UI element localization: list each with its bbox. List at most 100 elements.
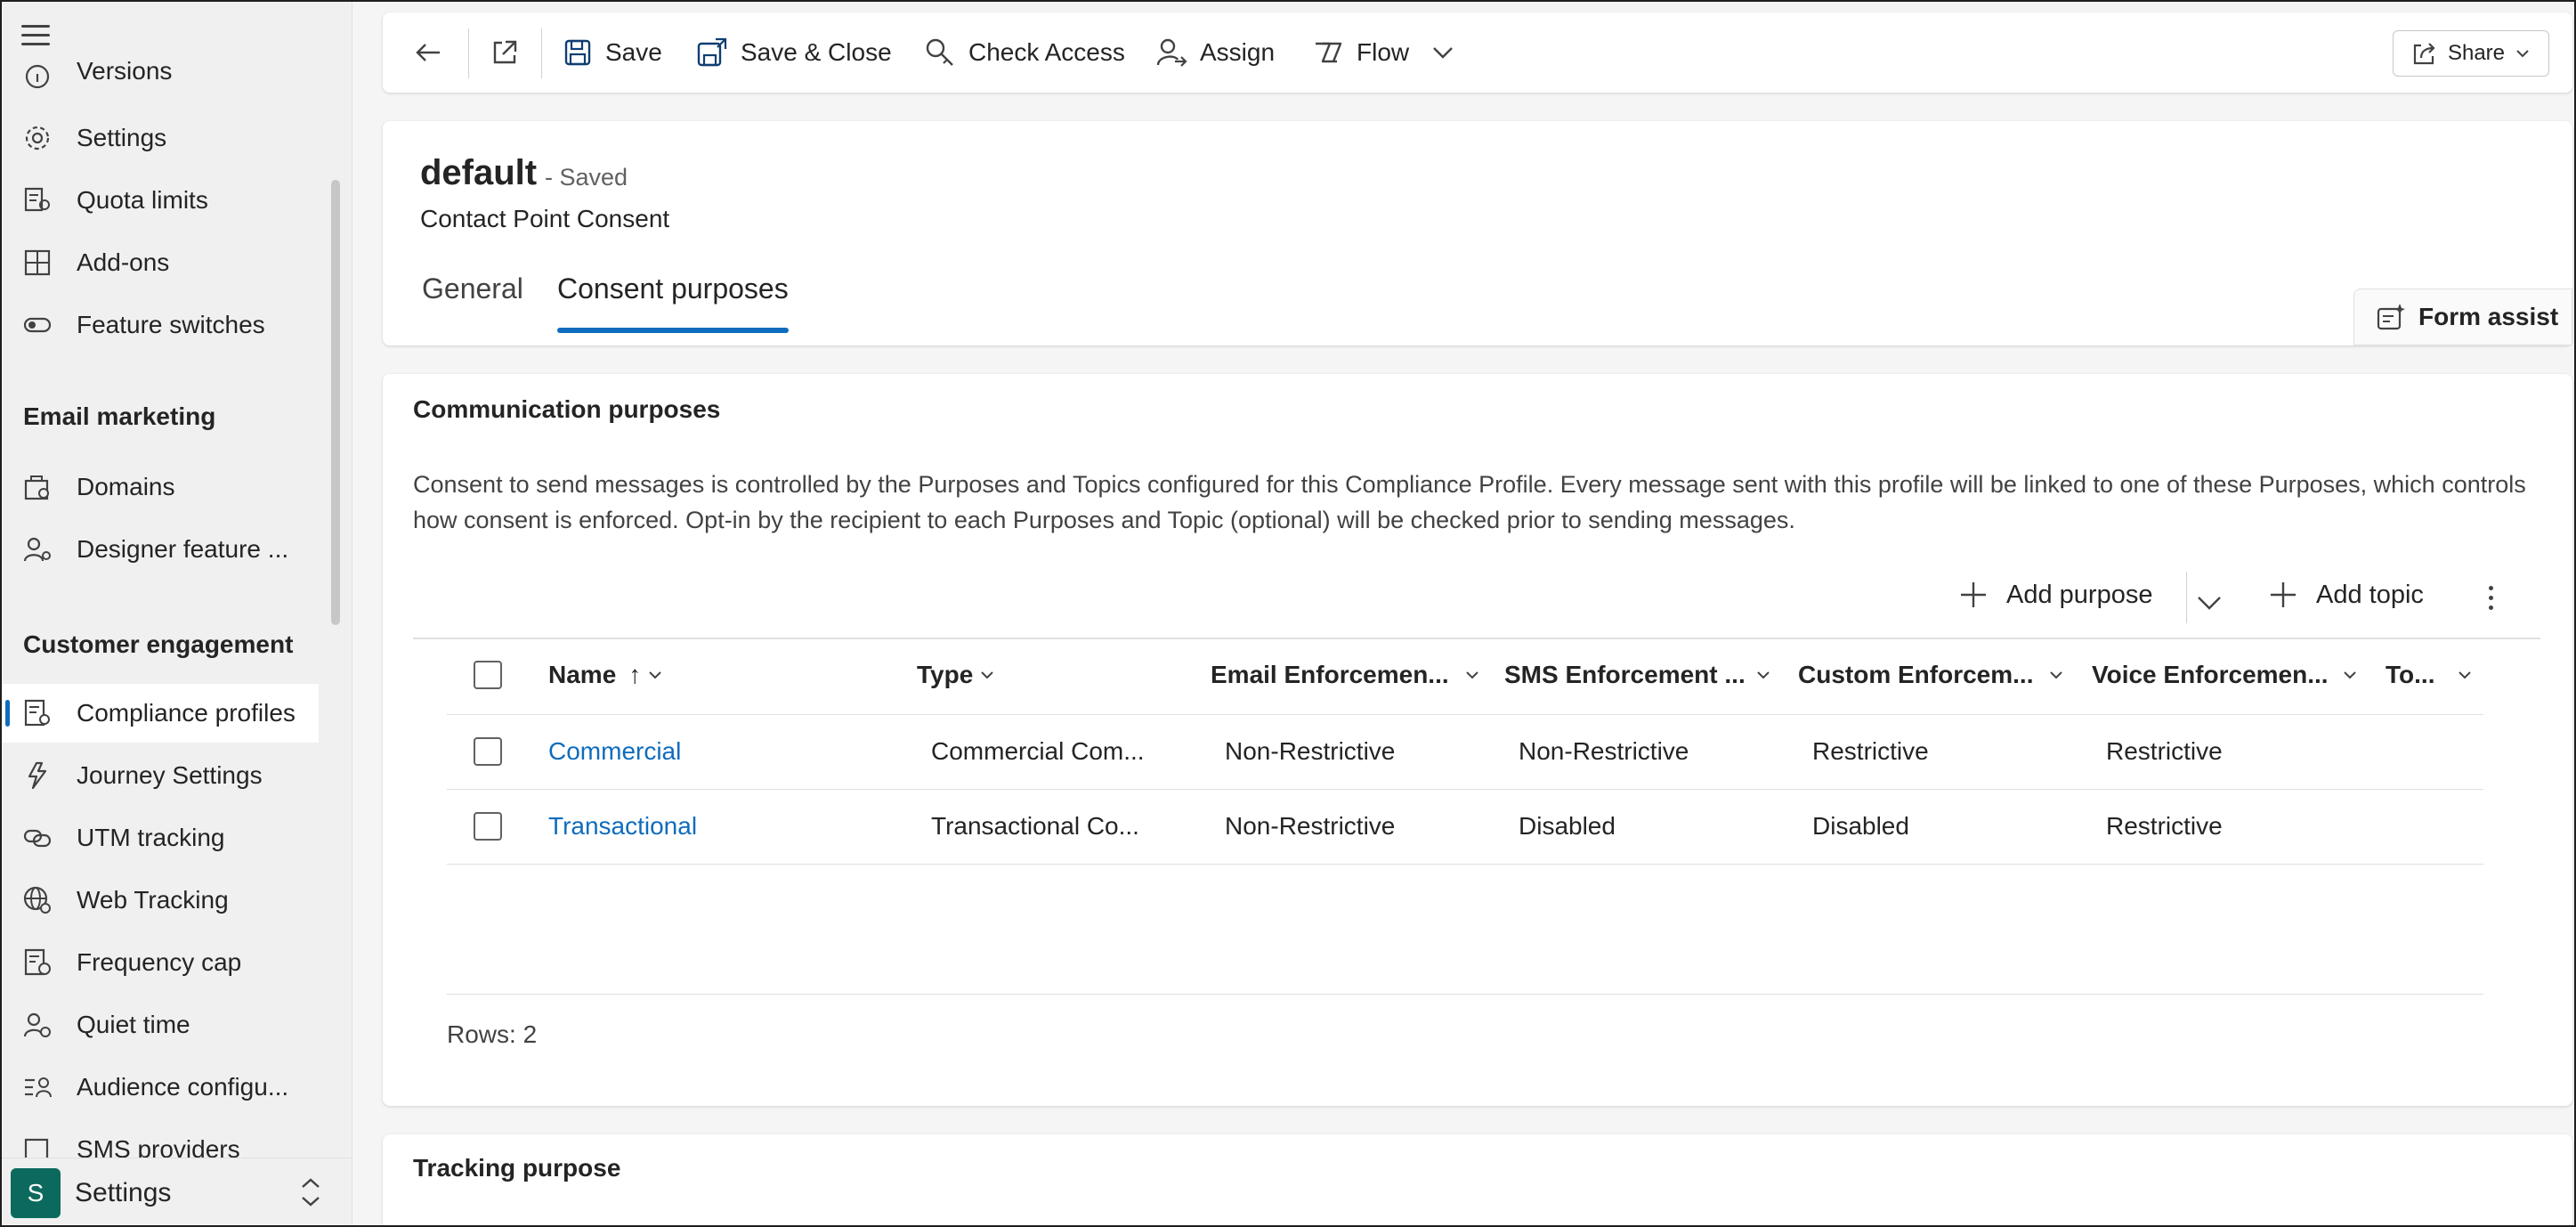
sidebar-item-audience-configuration[interactable]: Audience configu... — [2, 1058, 319, 1117]
share-icon — [2413, 43, 2435, 65]
button-divider — [2186, 572, 2187, 623]
save-and-close-label: Save & Close — [741, 38, 892, 66]
flow-icon — [1316, 42, 1342, 63]
column-header-voice-enforcement[interactable]: Voice Enforcemen... — [2092, 657, 2359, 693]
sidebar-item-domains[interactable]: Domains — [2, 458, 319, 516]
command-bar: Save Save & Close Check Access Assign Fl… — [383, 12, 2572, 93]
open-in-new-window-icon — [493, 40, 517, 64]
plus-icon — [2271, 582, 2296, 607]
save-close-icon — [697, 37, 727, 67]
sidebar-item-label: Audience configu... — [77, 1073, 289, 1101]
back-arrow-icon — [416, 44, 440, 61]
column-header-label: SMS Enforcement ... — [1504, 661, 1746, 688]
assign-label: Assign — [1200, 38, 1276, 66]
area-switcher[interactable]: S Settings — [2, 1158, 352, 1225]
sidebar-item-frequency-cap[interactable]: Frequency cap — [2, 933, 319, 992]
sidebar-item-label: Domains — [77, 473, 175, 500]
purpose-name-link[interactable]: Transactional — [548, 812, 697, 841]
grid-row-divider — [447, 714, 2483, 715]
toolbar-divider — [468, 28, 469, 78]
column-header-label: Custom Enforcem... — [1798, 661, 2034, 688]
designer-icon — [21, 533, 53, 565]
sidebar-item-quota-limits[interactable]: Quota limits — [2, 171, 319, 230]
voice-enforcement-cell: Restrictive — [2106, 737, 2223, 765]
flow-button[interactable]: Flow — [1312, 30, 1409, 75]
sidebar-item-add-ons[interactable]: Add-ons — [2, 233, 319, 292]
sidebar-item-label: Quiet time — [77, 1011, 190, 1038]
sidebar-item-label: UTM tracking — [77, 824, 225, 851]
chevron-down-icon — [1465, 671, 1478, 679]
column-header-label: To... — [2386, 661, 2435, 688]
sidebar-item-feature-switches[interactable]: Feature switches — [2, 296, 319, 354]
sidebar-item-utm-tracking[interactable]: UTM tracking — [2, 809, 319, 867]
add-topic-label: Add topic — [2316, 580, 2424, 609]
sidebar-item-settings[interactable]: Settings — [2, 109, 319, 167]
form-assist-button[interactable]: Form assist — [2353, 288, 2572, 345]
column-header-email-enforcement[interactable]: Email Enforcemen... — [1211, 657, 1481, 693]
select-all-checkbox[interactable] — [474, 661, 502, 689]
addons-icon — [21, 247, 53, 279]
chevron-down-icon — [2516, 50, 2529, 58]
purpose-name-link[interactable]: Commercial — [548, 737, 681, 766]
chevron-down-icon — [981, 671, 993, 679]
sms-enforcement-cell: Non-Restrictive — [1519, 737, 1689, 765]
sidebar-item-label: Designer feature ... — [77, 535, 289, 563]
gear-icon — [21, 122, 53, 154]
sidebar-item-label: Web Tracking — [77, 886, 229, 914]
flow-label: Flow — [1357, 38, 1410, 66]
back-button[interactable] — [413, 30, 456, 75]
info-icon — [21, 61, 53, 93]
flow-dropdown-button[interactable] — [1430, 30, 1469, 75]
row-checkbox[interactable] — [474, 737, 502, 766]
sidebar-item-label: Versions — [77, 57, 173, 85]
column-header-name[interactable]: Name ↑ — [548, 657, 664, 693]
share-button[interactable]: Share — [2393, 30, 2549, 77]
journey-icon — [21, 760, 53, 792]
column-header-sms-enforcement[interactable]: SMS Enforcement ... — [1504, 657, 1772, 693]
sidebar-item-compliance-profiles[interactable]: Compliance profiles — [2, 684, 319, 743]
save-icon — [564, 39, 591, 66]
open-new-window-button[interactable] — [490, 30, 532, 75]
sidebar-item-versions[interactable]: Versions — [2, 48, 319, 102]
plus-icon — [1961, 582, 1986, 607]
add-purpose-dropdown-button[interactable] — [2195, 579, 2224, 625]
sidebar-item-web-tracking[interactable]: Web Tracking — [2, 871, 319, 930]
assign-button[interactable]: Assign — [1155, 30, 1275, 75]
chevron-down-icon — [2050, 671, 2063, 679]
column-header-custom-enforcement[interactable]: Custom Enforcem... — [1798, 657, 2065, 693]
save-and-close-button[interactable]: Save & Close — [696, 30, 892, 75]
quota-icon — [21, 184, 53, 216]
assign-person-icon — [1156, 38, 1187, 67]
form-assist-label: Form assist — [2418, 303, 2559, 330]
sidebar-item-designer-feature[interactable]: Designer feature ... — [2, 520, 319, 579]
add-purpose-button[interactable]: Add purpose — [1958, 572, 2152, 618]
active-tab-indicator — [557, 328, 789, 333]
row-checkbox[interactable] — [474, 812, 502, 841]
grid-row-divider — [447, 789, 2483, 790]
more-options-icon[interactable] — [2489, 586, 2496, 613]
custom-enforcement-cell: Disabled — [1812, 812, 1909, 840]
record-entity-name: Contact Point Consent — [420, 205, 670, 232]
hamburger-menu-icon[interactable] — [21, 25, 50, 46]
custom-enforcement-cell: Restrictive — [1812, 737, 1929, 765]
record-title: default — [420, 153, 538, 192]
email-enforcement-cell: Non-Restrictive — [1225, 737, 1396, 765]
sidebar-item-label: Feature switches — [77, 311, 265, 338]
compliance-icon — [21, 697, 53, 729]
tab-consent-purposes[interactable]: Consent purposes — [557, 272, 789, 305]
tab-general[interactable]: General — [422, 272, 523, 305]
app-window: Versions Settings Quota limits Add-ons F… — [0, 0, 2576, 1227]
sidebar-item-journey-settings[interactable]: Journey Settings — [2, 746, 319, 805]
check-access-button[interactable]: Check Access — [924, 30, 1125, 75]
sidebar-group-email-marketing: Email marketing — [23, 402, 216, 430]
column-header-topic[interactable]: To... — [2386, 657, 2474, 693]
area-name: Settings — [75, 1178, 172, 1207]
sidebar-scrollbar[interactable] — [331, 180, 340, 625]
sms-enforcement-cell: Disabled — [1519, 812, 1616, 840]
sidebar-item-quiet-time[interactable]: Quiet time — [2, 995, 319, 1054]
purpose-type-cell: Commercial Com... — [931, 737, 1145, 765]
sort-ascending-icon: ↑ — [628, 661, 642, 688]
add-topic-button[interactable]: Add topic — [2268, 572, 2424, 618]
save-button[interactable]: Save — [563, 30, 662, 75]
column-header-type[interactable]: Type — [917, 657, 996, 693]
